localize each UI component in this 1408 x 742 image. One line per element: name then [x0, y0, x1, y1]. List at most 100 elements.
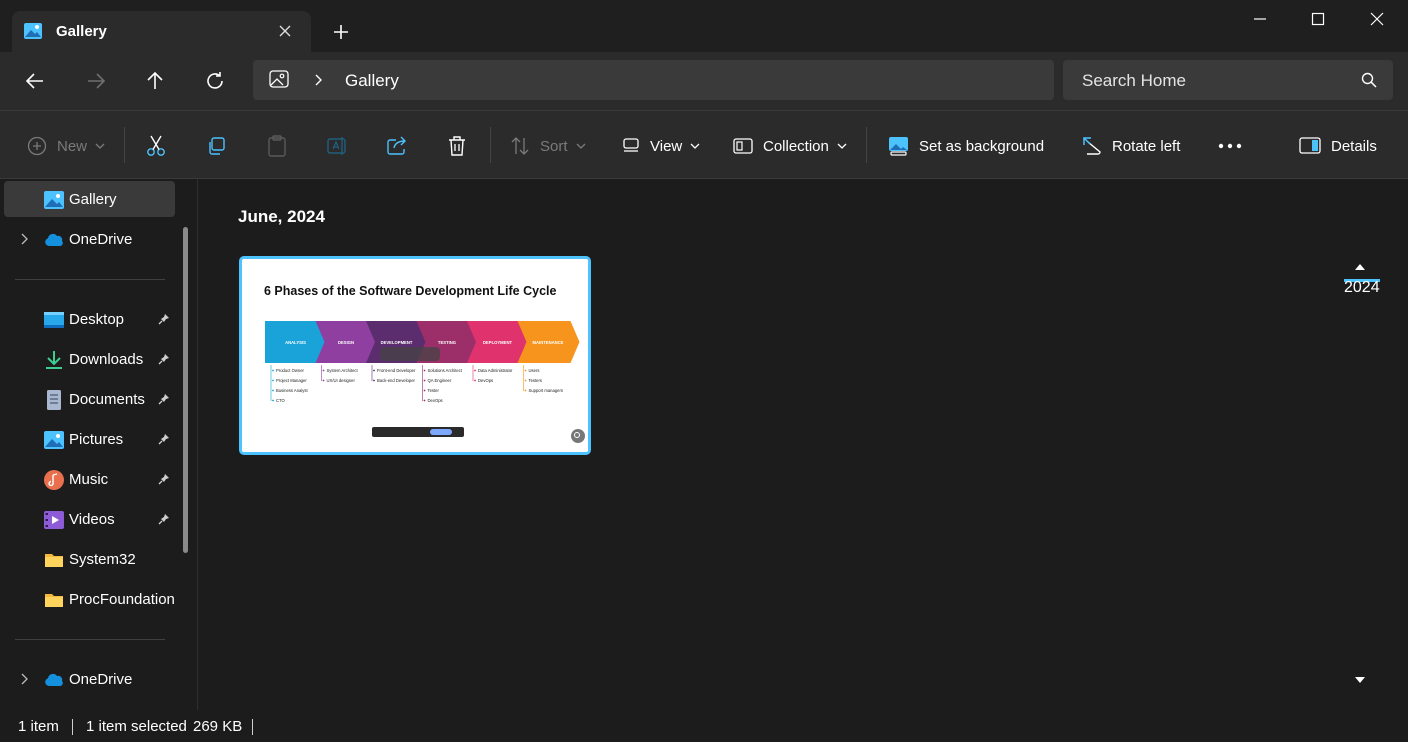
trash-icon: [447, 135, 467, 157]
pictures-icon: [44, 430, 64, 450]
command-bar: New Sort View Collection Set as backgrou…: [0, 110, 1408, 179]
zoom-icon: [571, 429, 585, 443]
folder-icon: [44, 550, 64, 570]
documents-icon: [44, 390, 64, 410]
sort-icon: [510, 136, 530, 156]
paste-button[interactable]: [267, 135, 287, 157]
status-divider: [72, 719, 73, 735]
pin-icon[interactable]: [158, 353, 170, 365]
back-arrow-icon[interactable]: [23, 69, 47, 93]
role-label: CTO: [276, 398, 286, 403]
item-count: 1 item: [18, 718, 59, 735]
collection-button[interactable]: Collection: [733, 135, 847, 157]
sidebar-item-onedrive[interactable]: OneDrive: [4, 221, 175, 257]
sidebar-item-gallery[interactable]: Gallery: [4, 181, 175, 217]
share-button[interactable]: [386, 135, 408, 157]
tab-title: Gallery: [56, 23, 107, 40]
view-label: View: [650, 137, 683, 155]
title-bar: Gallery: [0, 0, 1408, 52]
sidebar-divider: [15, 279, 165, 280]
onedrive-icon: [44, 230, 64, 250]
scissors-icon: [146, 135, 166, 157]
refresh-icon[interactable]: [203, 69, 227, 93]
close-window-icon[interactable]: [1357, 8, 1397, 30]
details-pane-icon: [1299, 137, 1321, 155]
sidebar-item-desktop[interactable]: Desktop: [4, 301, 175, 337]
sidebar-item-pictures[interactable]: Pictures: [4, 421, 175, 457]
timeline-year[interactable]: 2024: [1344, 279, 1380, 297]
new-tab-icon[interactable]: [329, 20, 353, 44]
sidebar-item-videos[interactable]: Videos: [4, 501, 175, 537]
breadcrumb-gallery[interactable]: Gallery: [345, 71, 399, 91]
up-arrow-icon[interactable]: [143, 69, 167, 93]
pin-icon[interactable]: [158, 313, 170, 325]
selection-count: 1 item selected: [86, 718, 187, 735]
role-label: UX/UI designer: [327, 378, 356, 383]
role-label: Project Manager: [276, 378, 307, 383]
status-divider: [252, 719, 253, 735]
chevron-right-icon[interactable]: [20, 673, 28, 685]
sidebar-item-documents[interactable]: Documents: [4, 381, 175, 417]
pin-icon[interactable]: [158, 393, 170, 405]
role-bullet: [423, 389, 426, 392]
phase-label: TESTING: [438, 340, 456, 345]
embedded-banner-button: [430, 429, 452, 435]
cut-button[interactable]: [146, 135, 166, 157]
sidebar-item-label: OneDrive: [69, 231, 133, 248]
new-button[interactable]: New: [27, 135, 105, 157]
toolbar-divider: [124, 127, 125, 163]
sidebar-item-music[interactable]: Music: [4, 461, 175, 497]
sdlc-infographic: 6 Phases of the Software Development Lif…: [242, 259, 588, 452]
role-label: Users: [529, 368, 540, 373]
tab-gallery[interactable]: Gallery: [12, 11, 311, 52]
minimize-icon[interactable]: [1240, 8, 1280, 30]
close-tab-icon[interactable]: [276, 22, 294, 40]
collection-label: Collection: [763, 137, 829, 155]
sidebar-item-onedrive[interactable]: OneDrive: [4, 661, 175, 697]
sidebar-item-procfoundation[interactable]: ProcFoundation: [4, 581, 175, 617]
details-button[interactable]: Details: [1299, 135, 1377, 157]
sidebar-divider: [15, 639, 165, 640]
role-label: DevOps: [478, 378, 493, 383]
wallpaper-icon: [888, 136, 909, 156]
role-label: Tester: [428, 388, 440, 393]
sidebar-item-downloads[interactable]: Downloads: [4, 341, 175, 377]
search-placeholder: Search Home: [1082, 71, 1186, 90]
delete-button[interactable]: [447, 135, 467, 157]
timeline-up-icon[interactable]: [1354, 263, 1366, 271]
address-bar[interactable]: Gallery: [253, 60, 1054, 100]
sidebar-item-label: System32: [69, 551, 136, 568]
role-label: Product Owner: [276, 368, 305, 373]
set-as-background-button[interactable]: Set as background: [888, 135, 1044, 157]
month-group-title: June, 2024: [238, 207, 325, 226]
forward-arrow-icon[interactable]: [84, 69, 108, 93]
pin-icon[interactable]: [158, 513, 170, 525]
view-icon: [622, 137, 640, 155]
status-bar: 1 item 1 item selected 269 KB: [0, 710, 1408, 742]
phase-label: ANALYSIS: [285, 340, 306, 345]
downloads-icon: [44, 350, 64, 370]
role-label: Solutions Architect: [428, 368, 463, 373]
maximize-icon[interactable]: [1298, 8, 1338, 30]
image-thumbnail[interactable]: 6 Phases of the Software Development Lif…: [239, 256, 591, 455]
pin-icon[interactable]: [158, 433, 170, 445]
view-button[interactable]: View: [622, 135, 700, 157]
chevron-right-icon[interactable]: [20, 233, 28, 245]
desktop-icon: [44, 310, 64, 330]
sidebar-item-system32[interactable]: System32: [4, 541, 175, 577]
sort-button[interactable]: Sort: [510, 135, 586, 157]
breadcrumb-chevron-icon[interactable]: [313, 74, 323, 86]
rotate-left-button[interactable]: Rotate left: [1082, 135, 1180, 157]
embedded-toolbar: [380, 347, 440, 361]
rotate-left-icon: [1082, 136, 1102, 156]
copy-button[interactable]: [206, 135, 226, 157]
sidebar-scrollbar[interactable]: [183, 227, 188, 553]
pin-icon[interactable]: [158, 473, 170, 485]
role-label: Business Analyst: [276, 388, 308, 393]
rename-button[interactable]: [327, 135, 349, 157]
new-label: New: [57, 137, 88, 155]
more-options-button[interactable]: [1218, 135, 1242, 157]
role-label: System Architect: [327, 368, 359, 373]
timeline-down-icon[interactable]: [1354, 676, 1366, 684]
search-input[interactable]: Search Home: [1063, 60, 1393, 100]
